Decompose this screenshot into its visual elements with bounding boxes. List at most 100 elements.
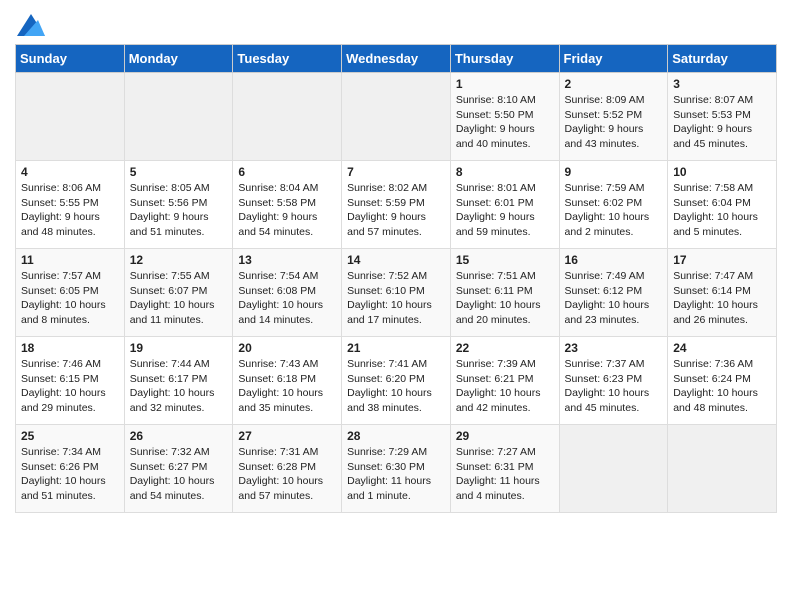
- calendar-cell: 1 Sunrise: 8:10 AM Sunset: 5:50 PM Daylig…: [450, 73, 559, 161]
- column-header-monday: Monday: [124, 45, 233, 73]
- calendar-cell: 20 Sunrise: 7:43 AM Sunset: 6:18 PM Dayli…: [233, 337, 342, 425]
- calendar-cell: 17 Sunrise: 7:47 AM Sunset: 6:14 PM Dayli…: [668, 249, 777, 337]
- cell-info: Sunrise: 8:10 AM Sunset: 5:50 PM Dayligh…: [456, 93, 554, 152]
- calendar-week-row: 1 Sunrise: 8:10 AM Sunset: 5:50 PM Daylig…: [16, 73, 777, 161]
- cell-info: Sunrise: 7:59 AM Sunset: 6:02 PM Dayligh…: [565, 181, 663, 240]
- day-number: 5: [130, 165, 228, 179]
- cell-info: Sunrise: 7:49 AM Sunset: 6:12 PM Dayligh…: [565, 269, 663, 328]
- day-number: 3: [673, 77, 771, 91]
- day-number: 17: [673, 253, 771, 267]
- cell-info: Sunrise: 7:43 AM Sunset: 6:18 PM Dayligh…: [238, 357, 336, 416]
- calendar-cell: 2 Sunrise: 8:09 AM Sunset: 5:52 PM Daylig…: [559, 73, 668, 161]
- cell-info: Sunrise: 7:32 AM Sunset: 6:27 PM Dayligh…: [130, 445, 228, 504]
- day-number: 12: [130, 253, 228, 267]
- calendar-cell: 18 Sunrise: 7:46 AM Sunset: 6:15 PM Dayli…: [16, 337, 125, 425]
- column-header-thursday: Thursday: [450, 45, 559, 73]
- day-number: 20: [238, 341, 336, 355]
- calendar-cell: 15Sunrise: 7:51 AM Sunset: 6:11 PM Dayli…: [450, 249, 559, 337]
- calendar-cell: 9 Sunrise: 7:59 AM Sunset: 6:02 PM Daylig…: [559, 161, 668, 249]
- cell-info: Sunrise: 7:41 AM Sunset: 6:20 PM Dayligh…: [347, 357, 445, 416]
- day-number: 14: [347, 253, 445, 267]
- calendar-cell: 7 Sunrise: 8:02 AM Sunset: 5:59 PM Daylig…: [342, 161, 451, 249]
- day-number: 1: [456, 77, 554, 91]
- day-number: 15: [456, 253, 554, 267]
- cell-info: Sunrise: 7:46 AM Sunset: 6:15 PM Dayligh…: [21, 357, 119, 416]
- calendar-week-row: 25 Sunrise: 7:34 AM Sunset: 6:26 PM Dayli…: [16, 425, 777, 513]
- day-number: 16: [565, 253, 663, 267]
- day-number: 2: [565, 77, 663, 91]
- day-number: 6: [238, 165, 336, 179]
- calendar-cell: 21 Sunrise: 7:41 AM Sunset: 6:20 PM Dayli…: [342, 337, 451, 425]
- calendar-cell: [124, 73, 233, 161]
- day-number: 7: [347, 165, 445, 179]
- cell-info: Sunrise: 8:09 AM Sunset: 5:52 PM Dayligh…: [565, 93, 663, 152]
- calendar-week-row: 11 Sunrise: 7:57 AM Sunset: 6:05 PM Dayli…: [16, 249, 777, 337]
- calendar-cell: 14 Sunrise: 7:52 AM Sunset: 6:10 PM Dayli…: [342, 249, 451, 337]
- cell-info: Sunrise: 7:58 AM Sunset: 6:04 PM Dayligh…: [673, 181, 771, 240]
- calendar-cell: [233, 73, 342, 161]
- day-number: 22: [456, 341, 554, 355]
- column-header-tuesday: Tuesday: [233, 45, 342, 73]
- calendar-cell: [559, 425, 668, 513]
- logo: [15, 10, 45, 36]
- calendar-cell: 10 Sunrise: 7:58 AM Sunset: 6:04 PM Dayli…: [668, 161, 777, 249]
- calendar-cell: 3 Sunrise: 8:07 AM Sunset: 5:53 PM Daylig…: [668, 73, 777, 161]
- cell-info: Sunrise: 7:29 AM Sunset: 6:30 PM Dayligh…: [347, 445, 445, 504]
- cell-info: Sunrise: 7:31 AM Sunset: 6:28 PM Dayligh…: [238, 445, 336, 504]
- day-number: 24: [673, 341, 771, 355]
- calendar-cell: 26 Sunrise: 7:32 AM Sunset: 6:27 PM Dayli…: [124, 425, 233, 513]
- cell-info: Sunrise: 7:36 AM Sunset: 6:24 PM Dayligh…: [673, 357, 771, 416]
- day-number: 4: [21, 165, 119, 179]
- day-number: 27: [238, 429, 336, 443]
- day-number: 26: [130, 429, 228, 443]
- calendar-cell: [342, 73, 451, 161]
- day-number: 9: [565, 165, 663, 179]
- day-number: 13: [238, 253, 336, 267]
- day-number: 29: [456, 429, 554, 443]
- column-header-sunday: Sunday: [16, 45, 125, 73]
- day-number: 8: [456, 165, 554, 179]
- calendar-cell: 22 Sunrise: 7:39 AM Sunset: 6:21 PM Dayli…: [450, 337, 559, 425]
- calendar-cell: [16, 73, 125, 161]
- calendar-cell: 25 Sunrise: 7:34 AM Sunset: 6:26 PM Dayli…: [16, 425, 125, 513]
- column-header-saturday: Saturday: [668, 45, 777, 73]
- cell-info: Sunrise: 8:01 AM Sunset: 6:01 PM Dayligh…: [456, 181, 554, 240]
- cell-info: Sunrise: 7:57 AM Sunset: 6:05 PM Dayligh…: [21, 269, 119, 328]
- cell-info: Sunrise: 7:52 AM Sunset: 6:10 PM Dayligh…: [347, 269, 445, 328]
- calendar-week-row: 18 Sunrise: 7:46 AM Sunset: 6:15 PM Dayli…: [16, 337, 777, 425]
- cell-info: Sunrise: 7:34 AM Sunset: 6:26 PM Dayligh…: [21, 445, 119, 504]
- calendar-cell: 27 Sunrise: 7:31 AM Sunset: 6:28 PM Dayli…: [233, 425, 342, 513]
- cell-info: Sunrise: 7:55 AM Sunset: 6:07 PM Dayligh…: [130, 269, 228, 328]
- calendar-cell: 6Sunrise: 8:04 AM Sunset: 5:58 PM Daylig…: [233, 161, 342, 249]
- calendar-cell: 23 Sunrise: 7:37 AM Sunset: 6:23 PM Dayli…: [559, 337, 668, 425]
- calendar-week-row: 4Sunrise: 8:06 AM Sunset: 5:55 PM Daylig…: [16, 161, 777, 249]
- calendar-cell: 29Sunrise: 7:27 AM Sunset: 6:31 PM Dayli…: [450, 425, 559, 513]
- day-number: 11: [21, 253, 119, 267]
- calendar-table: SundayMondayTuesdayWednesdayThursdayFrid…: [15, 44, 777, 513]
- calendar-cell: [668, 425, 777, 513]
- day-number: 23: [565, 341, 663, 355]
- day-number: 18: [21, 341, 119, 355]
- column-header-friday: Friday: [559, 45, 668, 73]
- header: [15, 10, 777, 36]
- calendar-cell: 4Sunrise: 8:06 AM Sunset: 5:55 PM Daylig…: [16, 161, 125, 249]
- column-header-wednesday: Wednesday: [342, 45, 451, 73]
- calendar-cell: 8 Sunrise: 8:01 AM Sunset: 6:01 PM Daylig…: [450, 161, 559, 249]
- calendar-cell: 12 Sunrise: 7:55 AM Sunset: 6:07 PM Dayli…: [124, 249, 233, 337]
- cell-info: Sunrise: 8:07 AM Sunset: 5:53 PM Dayligh…: [673, 93, 771, 152]
- calendar-cell: 13 Sunrise: 7:54 AM Sunset: 6:08 PM Dayli…: [233, 249, 342, 337]
- day-number: 19: [130, 341, 228, 355]
- day-number: 10: [673, 165, 771, 179]
- cell-info: Sunrise: 7:37 AM Sunset: 6:23 PM Dayligh…: [565, 357, 663, 416]
- day-number: 25: [21, 429, 119, 443]
- day-number: 21: [347, 341, 445, 355]
- day-number: 28: [347, 429, 445, 443]
- calendar-cell: 24 Sunrise: 7:36 AM Sunset: 6:24 PM Dayli…: [668, 337, 777, 425]
- cell-info: Sunrise: 7:54 AM Sunset: 6:08 PM Dayligh…: [238, 269, 336, 328]
- calendar-header-row: SundayMondayTuesdayWednesdayThursdayFrid…: [16, 45, 777, 73]
- calendar-cell: 5Sunrise: 8:05 AM Sunset: 5:56 PM Daylig…: [124, 161, 233, 249]
- cell-info: Sunrise: 7:44 AM Sunset: 6:17 PM Dayligh…: [130, 357, 228, 416]
- cell-info: Sunrise: 7:47 AM Sunset: 6:14 PM Dayligh…: [673, 269, 771, 328]
- cell-info: Sunrise: 7:39 AM Sunset: 6:21 PM Dayligh…: [456, 357, 554, 416]
- cell-info: Sunrise: 8:02 AM Sunset: 5:59 PM Dayligh…: [347, 181, 445, 240]
